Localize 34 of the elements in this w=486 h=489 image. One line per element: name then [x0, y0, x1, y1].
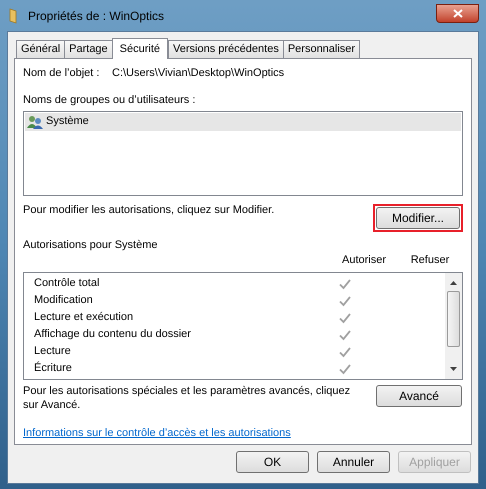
scroll-down-icon: [450, 367, 457, 371]
modify-hint: Pour modifier les autorisations, cliquez sur Modifier.: [23, 202, 274, 218]
scroll-thumb[interactable]: [447, 291, 460, 347]
permission-name: Affichage du contenu du dossier: [34, 327, 192, 342]
groups-label: Noms de groupes ou d’utilisateurs :: [23, 93, 196, 108]
window-title: Propriétés de : WinOptics: [28, 8, 164, 24]
permission-name: Modification: [34, 293, 94, 308]
object-name-label: Nom de l’objet :: [23, 66, 100, 81]
tab[interactable]: Versions précédentes: [168, 40, 284, 58]
dialog-button[interactable]: Annuler: [317, 451, 390, 473]
permissions-title: Autorisations pour Système: [23, 238, 159, 252]
advanced-hint: Pour les autorisations spéciales et les paramètres avancés, cliquez sur Avancé.: [23, 384, 352, 412]
object-path: C:\Users\Vivian\Desktop\WinOptics: [112, 66, 284, 81]
column-header: Autoriser: [340, 252, 388, 268]
permission-name: Lecture: [34, 344, 72, 360]
close-icon: [452, 9, 462, 18]
scrollbar[interactable]: [445, 273, 462, 379]
permission-name: Contrôle total: [34, 276, 100, 292]
column-header: Refuser: [410, 252, 450, 268]
users-list[interactable]: Système: [23, 110, 463, 196]
user-list-item[interactable]: Système: [25, 112, 461, 130]
users-icon: [27, 114, 43, 128]
permission-name: Lecture et exécution: [34, 310, 134, 326]
scroll-up-icon: [450, 281, 457, 285]
permission-name: Écriture: [34, 360, 73, 376]
close-button[interactable]: [436, 4, 479, 23]
tab[interactable]: Personnaliser: [282, 40, 360, 58]
tab[interactable]: Partage: [64, 40, 113, 58]
tab[interactable]: Sécurité: [112, 38, 168, 59]
dialog-button[interactable]: OK: [236, 451, 309, 473]
tab[interactable]: Général: [16, 40, 66, 58]
help-link[interactable]: Informations sur le contrôle d’accès et les autorisations: [23, 425, 291, 442]
advanced-button[interactable]: Avancé: [376, 385, 462, 407]
modify-button[interactable]: Modifier...: [376, 206, 460, 228]
